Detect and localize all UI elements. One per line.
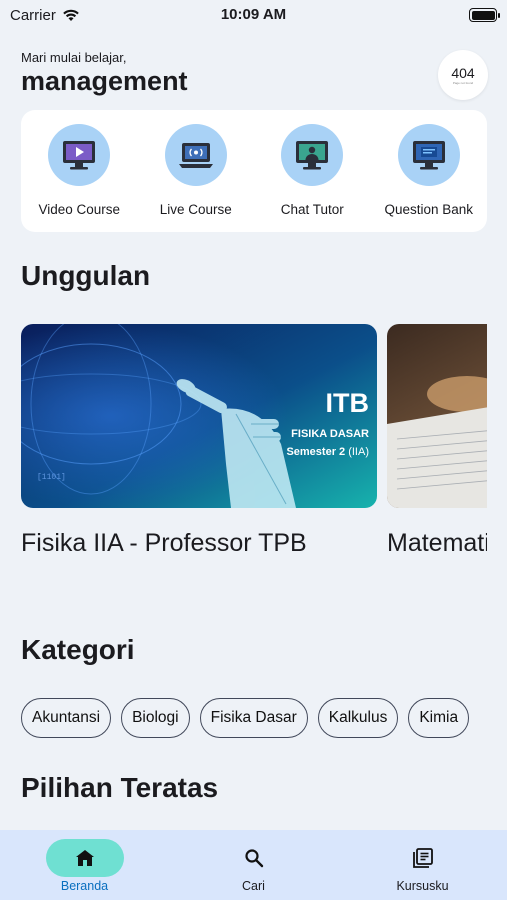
quick-action-video-course[interactable]: Video Course <box>24 124 134 232</box>
nav-pill <box>45 839 124 877</box>
question-bank-monitor-icon <box>397 124 460 186</box>
featured-card-fisika[interactable]: [1101] ITB FISIKA DASAR Semester 2 (IIA)… <box>21 324 377 559</box>
featured-carousel[interactable]: [1101] ITB FISIKA DASAR Semester 2 (IIA)… <box>21 324 487 594</box>
status-time: 10:09 AM <box>220 6 287 23</box>
banner-semester: Semester 2 (IIA) <box>286 446 369 458</box>
featured-card-title: Matematika TPB <box>387 529 487 557</box>
battery-icon <box>469 8 500 22</box>
banner-brand: ITB <box>325 388 370 418</box>
avatar[interactable]: 404 Page not found <box>438 50 488 100</box>
nav-label: Kursusku <box>396 879 449 893</box>
featured-card-matematika[interactable]: Matematika TPB <box>387 324 487 559</box>
banner-subject: FISIKA DASAR <box>291 428 369 440</box>
quick-action-live-course[interactable]: Live Course <box>141 124 251 232</box>
greeting-text: Mari mulai belajar, <box>21 50 127 65</box>
nav-item-cari[interactable]: Cari <box>169 830 338 893</box>
nav-pill <box>384 839 462 877</box>
quick-action-question-bank[interactable]: Question Bank <box>374 124 484 232</box>
quick-action-label: Question Bank <box>384 202 474 217</box>
tutor-monitor-icon <box>281 124 344 186</box>
home-icon <box>75 850 94 866</box>
featured-card-image: [1101] ITB FISIKA DASAR Semester 2 (IIA) <box>21 324 377 508</box>
status-bar: Carrier 10:09 AM <box>0 0 507 30</box>
video-play-monitor-icon <box>48 124 111 186</box>
my-courses-icon <box>412 848 433 868</box>
avatar-code: 404 <box>451 65 475 81</box>
section-title-featured: Unggulan <box>21 260 151 291</box>
featured-card-title: Fisika IIA - Professor TPB <box>21 529 307 557</box>
featured-card-image <box>387 324 487 508</box>
quick-action-chat-tutor[interactable]: Chat Tutor <box>257 124 367 232</box>
quick-actions-card: Video Course Live Course Chat Tutor Ques… <box>21 110 487 232</box>
quick-action-label: Chat Tutor <box>280 202 344 217</box>
quick-action-label: Video Course <box>38 202 121 217</box>
username-title: management <box>21 66 188 96</box>
search-icon <box>244 849 263 868</box>
category-chips[interactable]: Akuntansi Biologi Fisika Dasar Kalkulus … <box>21 698 487 738</box>
nav-label: Beranda <box>60 879 109 893</box>
svg-text:[1101]: [1101] <box>37 473 66 482</box>
nav-pill <box>215 839 293 877</box>
nav-label: Cari <box>242 879 265 893</box>
bottom-navigation: Beranda Cari Kursusku <box>0 830 507 900</box>
banner-semester-rest: (IIA) <box>345 446 369 458</box>
quick-action-label: Live Course <box>159 202 232 217</box>
avatar-subtext: Page not found <box>452 81 474 85</box>
nav-item-beranda[interactable]: Beranda <box>0 830 169 893</box>
category-chip[interactable]: Kimia <box>408 698 470 738</box>
nav-item-kursusku[interactable]: Kursusku <box>338 830 507 893</box>
category-chip[interactable]: Akuntansi <box>21 698 112 738</box>
section-title-categories: Kategori <box>21 634 135 665</box>
category-chip[interactable]: Kalkulus <box>317 698 399 738</box>
section-title-top-picks: Pilihan Teratas <box>21 772 219 803</box>
banner-semester-bold: Semester 2 <box>286 446 346 458</box>
category-chip[interactable]: Fisika Dasar <box>199 698 308 738</box>
live-broadcast-laptop-icon <box>164 124 227 186</box>
category-chip[interactable]: Biologi <box>121 698 190 738</box>
